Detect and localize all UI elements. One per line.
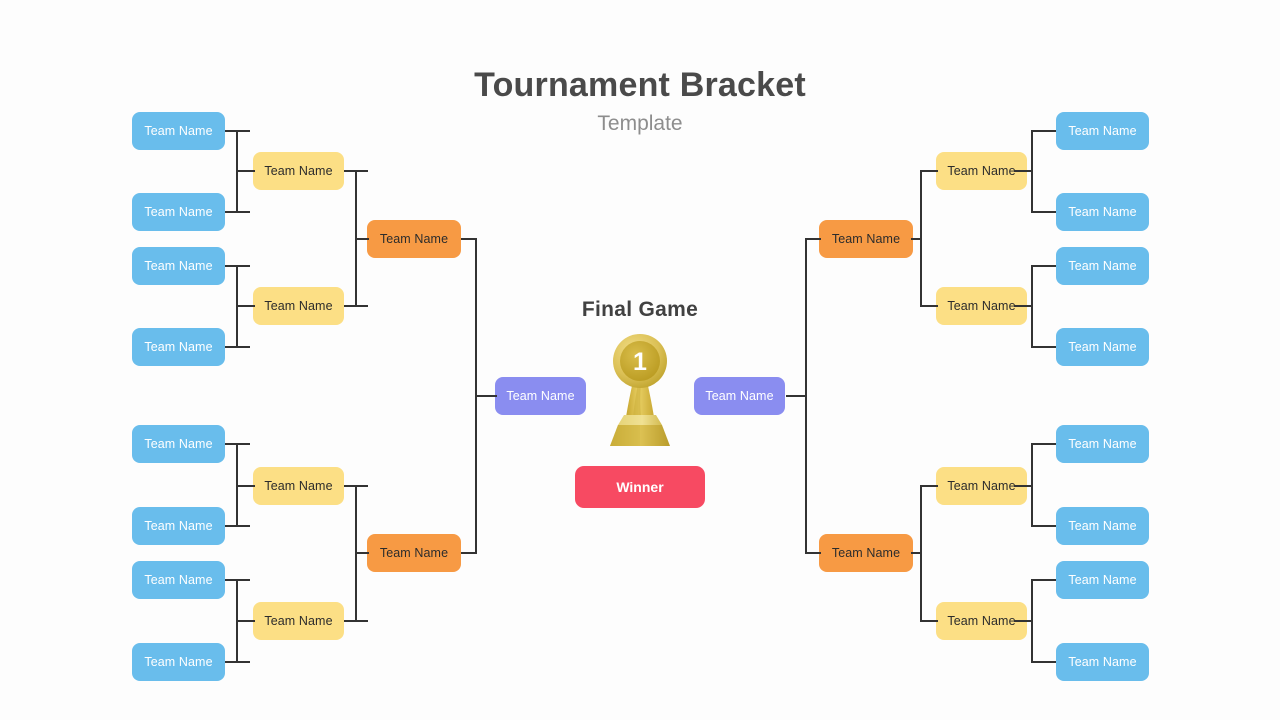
connector-left-r2-bottom-stem <box>355 552 369 554</box>
connector-left-r1-pair3-stem <box>236 485 255 487</box>
connector-left-r1-pair1-stem <box>236 170 255 172</box>
left-round3-team-1[interactable]: Team Name <box>367 220 461 258</box>
left-round2-team-3[interactable]: Team Name <box>253 467 344 505</box>
connector-right-final-stem <box>786 395 807 397</box>
left-round2-team-2[interactable]: Team Name <box>253 287 344 325</box>
connector-right-r1-6 <box>1031 525 1056 527</box>
connector-left-r2-top-stem <box>355 238 369 240</box>
winner-button[interactable]: Winner <box>575 466 705 508</box>
right-round1-team-8[interactable]: Team Name <box>1056 643 1149 681</box>
connector-right-r3-2 <box>805 552 821 554</box>
left-round1-team-8[interactable]: Team Name <box>132 643 225 681</box>
left-round1-team-7[interactable]: Team Name <box>132 561 225 599</box>
connector-right-r2-2 <box>920 305 938 307</box>
connector-right-r2-4 <box>920 620 938 622</box>
connector-left-final-stem <box>475 395 497 397</box>
left-round2-team-4[interactable]: Team Name <box>253 602 344 640</box>
connector-right-r2-top-stem <box>911 238 922 240</box>
left-round1-team-2[interactable]: Team Name <box>132 193 225 231</box>
connector-right-r1-pair3-stem <box>1014 485 1033 487</box>
right-finalist-team[interactable]: Team Name <box>694 377 785 415</box>
final-game-label: Final Game <box>581 298 699 321</box>
connector-right-r1-1 <box>1031 130 1056 132</box>
connector-right-r3-1 <box>805 238 821 240</box>
connector-right-r2-1 <box>920 170 938 172</box>
tournament-bracket-canvas: Tournament Bracket Template Final Game T… <box>0 0 1280 720</box>
trophy-rank-number: 1 <box>633 348 647 376</box>
right-round3-team-1[interactable]: Team Name <box>819 220 913 258</box>
connector-right-r1-5 <box>1031 443 1056 445</box>
trophy-icon: 1 <box>597 333 683 449</box>
right-round1-team-5[interactable]: Team Name <box>1056 425 1149 463</box>
connector-right-r2-bottom-stem <box>911 552 922 554</box>
connector-right-r1-4 <box>1031 346 1056 348</box>
connector-right-r1-pair1-stem <box>1014 170 1033 172</box>
connector-right-r1-3 <box>1031 265 1056 267</box>
left-round3-team-2[interactable]: Team Name <box>367 534 461 572</box>
left-round1-team-3[interactable]: Team Name <box>132 247 225 285</box>
left-finalist-team[interactable]: Team Name <box>495 377 586 415</box>
connector-left-r1-pair4-stem <box>236 620 255 622</box>
left-round2-team-1[interactable]: Team Name <box>253 152 344 190</box>
right-round1-team-1[interactable]: Team Name <box>1056 112 1149 150</box>
left-round1-team-5[interactable]: Team Name <box>132 425 225 463</box>
right-round3-team-2[interactable]: Team Name <box>819 534 913 572</box>
page-title: Tournament Bracket <box>474 66 806 104</box>
right-round1-team-4[interactable]: Team Name <box>1056 328 1149 366</box>
left-round1-team-4[interactable]: Team Name <box>132 328 225 366</box>
connector-right-r1-2 <box>1031 211 1056 213</box>
connector-right-r1-7 <box>1031 579 1056 581</box>
connector-left-r1-pair2-stem <box>236 305 255 307</box>
connector-right-r1-pair4-stem <box>1014 620 1033 622</box>
right-round1-team-7[interactable]: Team Name <box>1056 561 1149 599</box>
right-round1-team-6[interactable]: Team Name <box>1056 507 1149 545</box>
connector-right-r1-8 <box>1031 661 1056 663</box>
right-round1-team-3[interactable]: Team Name <box>1056 247 1149 285</box>
connector-right-r2-3 <box>920 485 938 487</box>
connector-right-r1-pair2-stem <box>1014 305 1033 307</box>
left-round1-team-6[interactable]: Team Name <box>132 507 225 545</box>
right-round1-team-2[interactable]: Team Name <box>1056 193 1149 231</box>
left-round1-team-1[interactable]: Team Name <box>132 112 225 150</box>
